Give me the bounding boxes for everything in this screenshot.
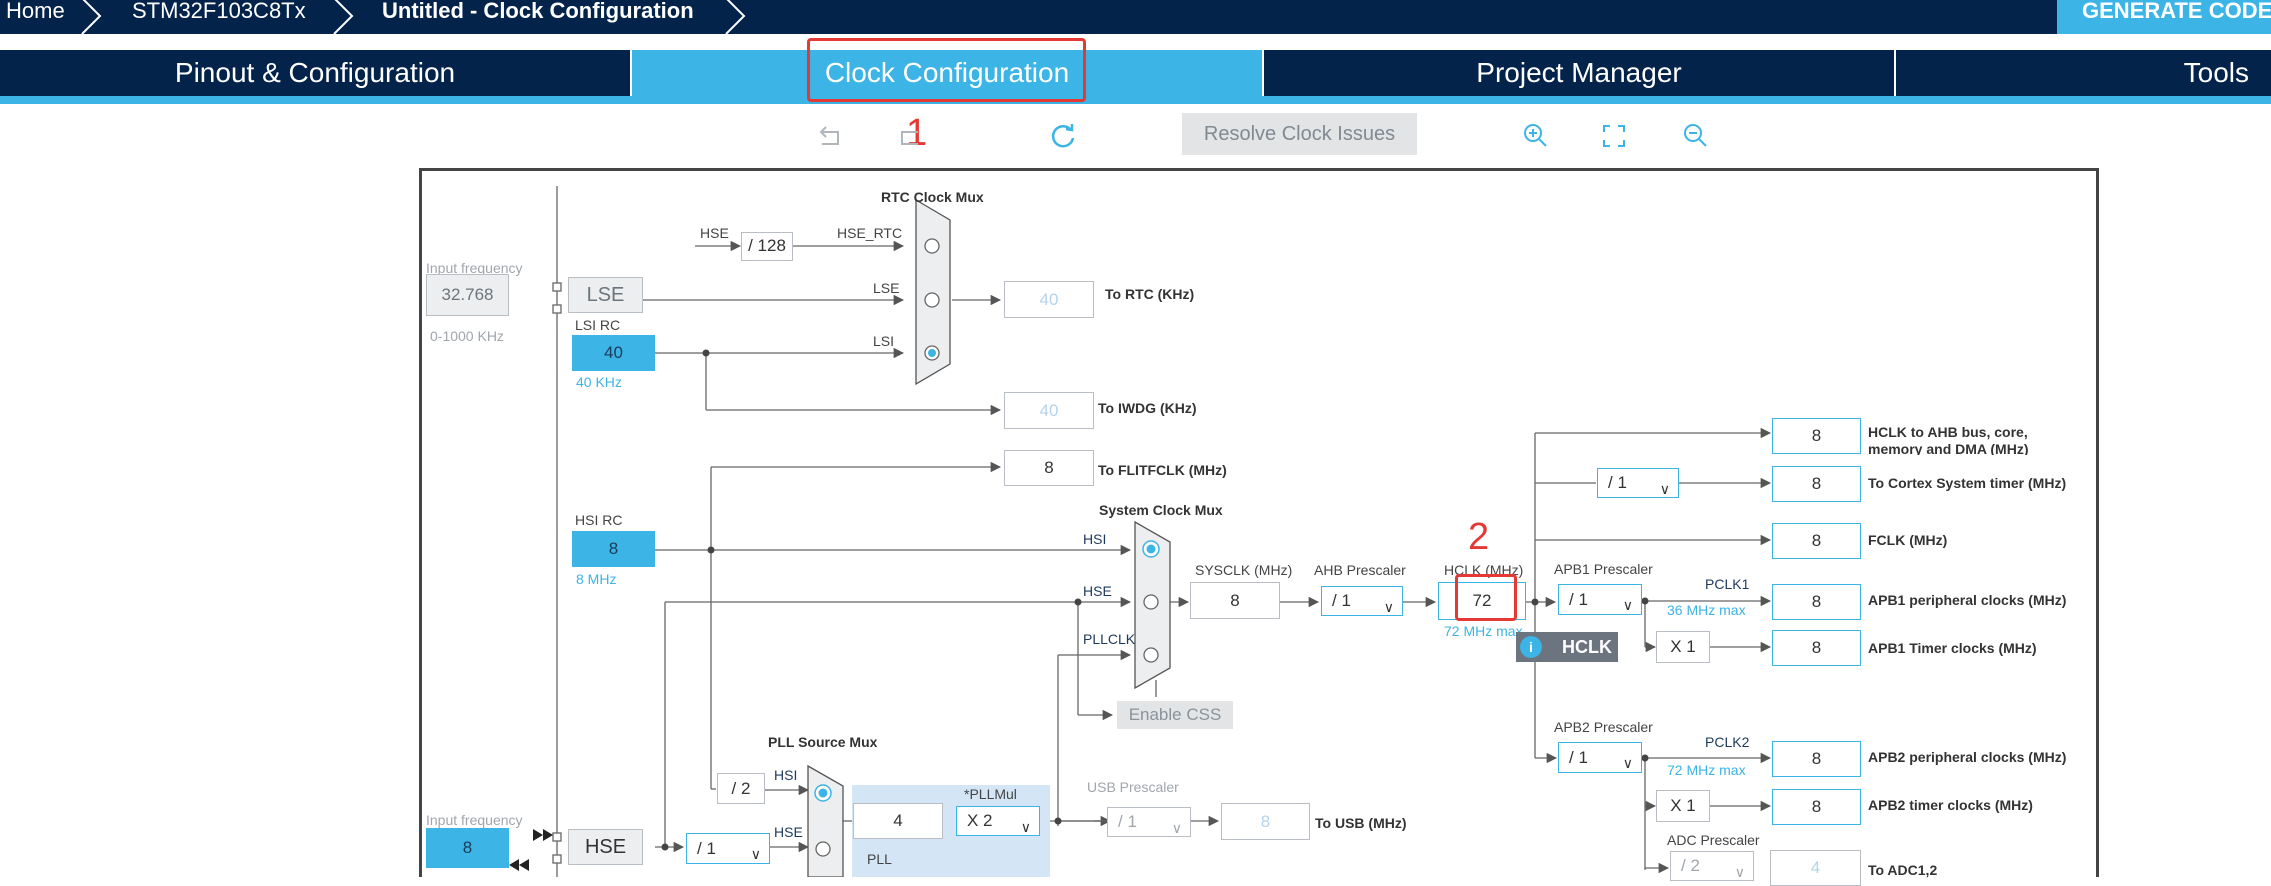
iwdg-output-field: 40 xyxy=(1004,392,1094,429)
hclk-tooltip: i HCLK xyxy=(1516,632,1618,662)
chevron-down-icon: ∨ xyxy=(1734,864,1745,880)
output-apb2-timer-field: 8 xyxy=(1772,789,1861,825)
apb2-prescaler-label: APB2 Prescaler xyxy=(1554,719,1653,735)
sysclk-label: SYSCLK (MHz) xyxy=(1195,562,1293,578)
hclk-tooltip-text: HCLK xyxy=(1562,637,1612,657)
ahb-prescaler-label: AHB Prescaler xyxy=(1314,562,1406,578)
sysclk-field[interactable]: 8 xyxy=(1190,582,1280,619)
output-hclk-ahb-label2: memory and DMA (MHz) xyxy=(1868,441,2029,455)
pclk1-label: PCLK1 xyxy=(1705,576,1750,592)
pll-hsi-div2: / 2 xyxy=(717,773,765,804)
output-apb1-timer-label: APB1 Timer clocks (MHz) xyxy=(1868,640,2037,656)
pll-src-hsi-label: HSI xyxy=(774,767,798,783)
chevron-down-icon: ∨ xyxy=(750,846,761,862)
output-apb1-peripheral-field: 8 xyxy=(1772,584,1861,620)
usb-prescaler-label: USB Prescaler xyxy=(1087,779,1179,795)
apb1-max-label: 36 MHz max xyxy=(1667,602,1746,618)
adc-prescaler-label: ADC Prescaler xyxy=(1667,832,1760,848)
pll-source-mux-title: PLL Source Mux xyxy=(768,734,878,750)
lse-range-label: 0-1000 KHz xyxy=(430,328,504,344)
iwdg-output-label: To IWDG (KHz) xyxy=(1098,400,1197,416)
adc-output-field: 4 xyxy=(1770,850,1861,886)
apb2-timer-multiplier: X 1 xyxy=(1656,790,1710,822)
hse-input-frequency-label: Input frequency xyxy=(426,812,523,828)
chevron-down-icon: ∨ xyxy=(1622,597,1633,613)
chevron-down-icon: ∨ xyxy=(1659,481,1670,497)
hse-block[interactable]: HSE xyxy=(568,829,643,865)
hse-input-frequency-field[interactable]: 8 xyxy=(426,828,509,868)
output-cortex-timer-label: To Cortex System timer (MHz) xyxy=(1868,475,2067,491)
apb2-prescaler-value: / 1 xyxy=(1569,748,1588,767)
apb2-prescaler-select[interactable]: / 1 ∨ xyxy=(1558,742,1642,773)
hclk-max-label: 72 MHz max xyxy=(1444,623,1523,639)
hsi-rc-title: HSI RC xyxy=(575,512,623,528)
pll-input-field: 4 xyxy=(853,803,943,839)
rtc-output-field: 40 xyxy=(1004,281,1094,318)
output-apb1-timer-field: 8 xyxy=(1772,630,1861,666)
ahb-prescaler-select[interactable]: / 1 ∨ xyxy=(1321,586,1403,616)
rtc-div-128: / 128 xyxy=(741,232,793,261)
output-apb2-peripheral-field: 8 xyxy=(1772,741,1861,777)
adc-prescaler-value: / 2 xyxy=(1681,856,1700,875)
lsi-freq-label: 40 KHz xyxy=(576,374,622,390)
lse-line-label: LSE xyxy=(873,280,900,296)
lsi-rc-block[interactable]: 40 xyxy=(572,335,655,371)
output-hclk-ahb-label: HCLK to AHB bus, core, xyxy=(1868,424,2028,440)
rtc-mux-title: RTC Clock Mux xyxy=(881,189,984,205)
apb1-prescaler-select[interactable]: / 1 ∨ xyxy=(1558,584,1642,615)
chevron-down-icon: ∨ xyxy=(1171,820,1182,836)
output-apb2-peripheral-label: APB2 peripheral clocks (MHz) xyxy=(1868,749,2067,765)
apb2-max-label: 72 MHz max xyxy=(1667,762,1746,778)
lsi-rc-title: LSI RC xyxy=(575,317,621,333)
lsi-line-label: LSI xyxy=(873,333,895,349)
output-fclk-field: 8 xyxy=(1772,523,1861,559)
pll-mul-label: *PLLMul xyxy=(964,786,1017,802)
apb1-prescaler-value: / 1 xyxy=(1569,590,1588,609)
lse-block[interactable]: LSE xyxy=(568,277,643,313)
pll-src-hse-label: HSE xyxy=(774,824,803,840)
hse-div-select[interactable]: / 1 ∨ xyxy=(686,833,770,864)
hsi-freq-label: 8 MHz xyxy=(576,571,617,587)
chevron-down-icon: ∨ xyxy=(1383,599,1394,615)
hse-div-value: / 1 xyxy=(697,839,716,858)
pll-mul-select[interactable]: X 2 ∨ xyxy=(956,806,1040,836)
apb1-prescaler-label: APB1 Prescaler xyxy=(1554,561,1653,577)
output-apb1-peripheral-label: APB1 peripheral clocks (MHz) xyxy=(1868,592,2067,608)
adc-output-label: To ADC1,2 xyxy=(1868,862,1938,878)
hsi-rc-block[interactable]: 8 xyxy=(572,531,655,567)
usb-prescaler-select[interactable]: / 1 ∨ xyxy=(1107,807,1191,837)
cortex-div-value: / 1 xyxy=(1608,473,1627,492)
usb-output-label: To USB (MHz) xyxy=(1315,815,1407,831)
flitf-output-label: To FLITFCLK (MHz) xyxy=(1098,462,1227,478)
flitf-output-field: 8 xyxy=(1004,450,1094,486)
usb-prescaler-value: / 1 xyxy=(1118,812,1137,831)
hse-rtc-label: HSE_RTC xyxy=(837,225,903,241)
cortex-timer-div-select[interactable]: / 1 ∨ xyxy=(1597,468,1679,498)
sys-mux-hsi-label: HSI xyxy=(1083,531,1107,547)
hse-rtc-input-label: HSE xyxy=(700,225,729,241)
annotation-box-2 xyxy=(1455,574,1517,621)
annotation-number-2: 2 xyxy=(1468,516,1490,558)
ahb-prescaler-value: / 1 xyxy=(1332,591,1351,610)
system-clock-mux-title: System Clock Mux xyxy=(1099,502,1223,518)
output-hclk-ahb-field: 8 xyxy=(1772,418,1861,454)
usb-output-field: 8 xyxy=(1221,803,1310,840)
apb1-timer-multiplier: X 1 xyxy=(1656,631,1710,663)
sys-mux-hse-label: HSE xyxy=(1083,583,1112,599)
output-fclk-label: FCLK (MHz) xyxy=(1868,532,1948,548)
lse-input-frequency-field[interactable]: 32.768 xyxy=(426,274,509,316)
output-apb2-timer-label: APB2 timer clocks (MHz) xyxy=(1868,797,2033,813)
pll-mul-value: X 2 xyxy=(967,811,993,830)
chevron-down-icon: ∨ xyxy=(1020,819,1031,835)
chevron-down-icon: ∨ xyxy=(1622,755,1633,771)
enable-css-button[interactable]: Enable CSS xyxy=(1117,701,1233,729)
info-icon: i xyxy=(1520,636,1542,658)
rtc-output-label: To RTC (KHz) xyxy=(1105,286,1195,302)
pclk2-label: PCLK2 xyxy=(1705,734,1750,750)
output-cortex-timer-field: 8 xyxy=(1772,466,1861,502)
sys-mux-pllclk-label: PLLCLK xyxy=(1083,631,1136,647)
pll-title: PLL xyxy=(867,851,892,867)
